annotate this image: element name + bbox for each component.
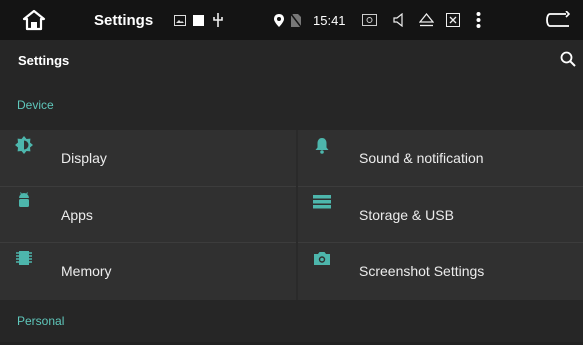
status-time: 15:41 (313, 12, 346, 28)
device-settings-grid: Display Sound & notification Apps Storag… (0, 130, 583, 300)
page-title: Settings (18, 52, 70, 68)
square-icon (193, 0, 204, 40)
status-bar: Settings 15:41 (0, 0, 583, 40)
screenshot-label: Screenshot Settings (359, 262, 485, 279)
sound-label: Sound & notification (359, 149, 484, 166)
apps-label: Apps (61, 206, 93, 223)
column-divider (296, 130, 298, 300)
home-icon[interactable] (22, 0, 46, 40)
settings-item-apps[interactable]: Apps (0, 187, 296, 242)
row-divider (0, 242, 583, 243)
settings-item-screenshot[interactable]: Screenshot Settings (298, 243, 583, 298)
settings-item-sound[interactable]: Sound & notification (298, 130, 583, 185)
storage-label: Storage & USB (359, 206, 454, 223)
more-vert-icon[interactable] (476, 0, 481, 40)
screenshot-icon[interactable] (362, 0, 377, 40)
display-label: Display (61, 149, 107, 166)
section-device-label: Device (0, 80, 583, 130)
settings-item-storage[interactable]: Storage & USB (298, 187, 583, 242)
settings-item-display[interactable]: Display (0, 130, 296, 185)
back-icon[interactable] (544, 0, 570, 40)
settings-item-memory[interactable]: Memory (0, 243, 296, 298)
eject-icon[interactable] (419, 0, 434, 40)
image-icon (174, 0, 186, 40)
settings-toolbar: Settings (0, 40, 583, 80)
memory-chip-icon (14, 248, 34, 268)
section-personal-label: Personal (0, 300, 583, 342)
no-sim-icon (291, 0, 301, 40)
memory-label: Memory (61, 262, 112, 279)
search-icon[interactable] (557, 48, 579, 70)
volume-icon[interactable] (393, 0, 407, 40)
close-box-icon[interactable] (446, 0, 460, 40)
usb-icon (213, 0, 223, 40)
status-title: Settings (94, 11, 154, 29)
android-icon (14, 191, 34, 211)
location-icon (274, 0, 284, 40)
camera-icon (312, 248, 332, 268)
storage-icon (312, 192, 332, 212)
bell-icon (312, 135, 332, 155)
row-divider (0, 186, 583, 187)
brightness-icon (14, 135, 34, 155)
